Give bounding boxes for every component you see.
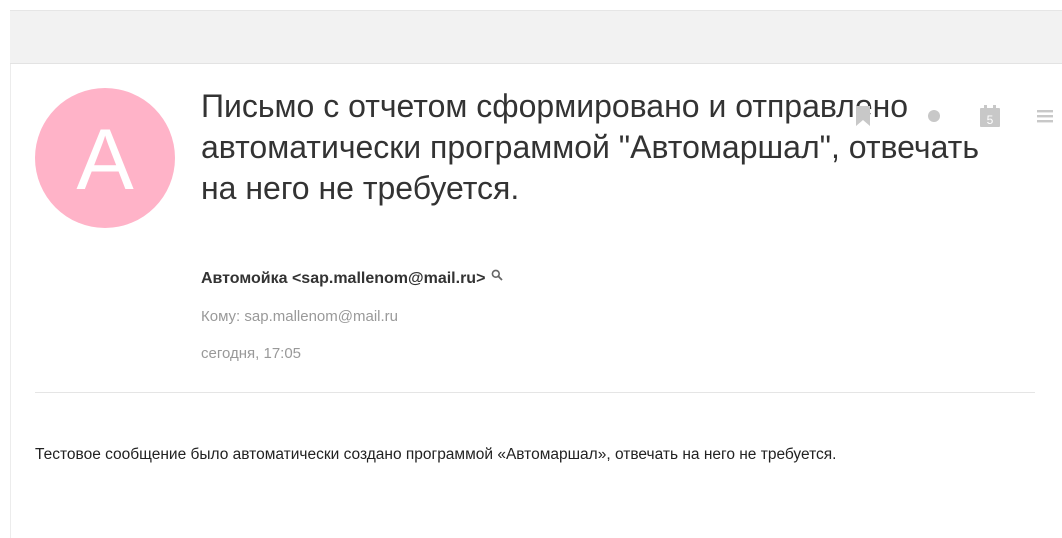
mail-viewer: A Письмо с отчетом сформировано и отправ…	[0, 0, 1062, 538]
sender-avatar: A	[35, 88, 175, 228]
top-toolbar	[10, 10, 1062, 64]
message-recipient: Кому: sap.mallenom@mail.ru	[201, 308, 399, 325]
menu-icon[interactable]	[1033, 102, 1057, 130]
dot-icon[interactable]	[922, 102, 946, 130]
message-sender: Автомойка <sap.mallenom@mail.ru>	[201, 266, 504, 290]
header-divider	[35, 392, 1035, 393]
message-actions: 5	[849, 102, 1053, 130]
sender-address[interactable]: Автомойка <sap.mallenom@mail.ru>	[201, 270, 485, 287]
avatar-letter: A	[76, 112, 134, 208]
message-date: сегодня, 17:05	[201, 345, 302, 362]
message-view: A Письмо с отчетом сформировано и отправ…	[10, 64, 1062, 538]
calendar-day: 5	[987, 113, 994, 127]
search-icon[interactable]	[491, 266, 504, 288]
calendar-icon[interactable]: 5	[978, 102, 1002, 130]
message-body: Тестовое сообщение было автоматически со…	[35, 446, 837, 463]
bookmark-icon[interactable]	[851, 102, 875, 130]
